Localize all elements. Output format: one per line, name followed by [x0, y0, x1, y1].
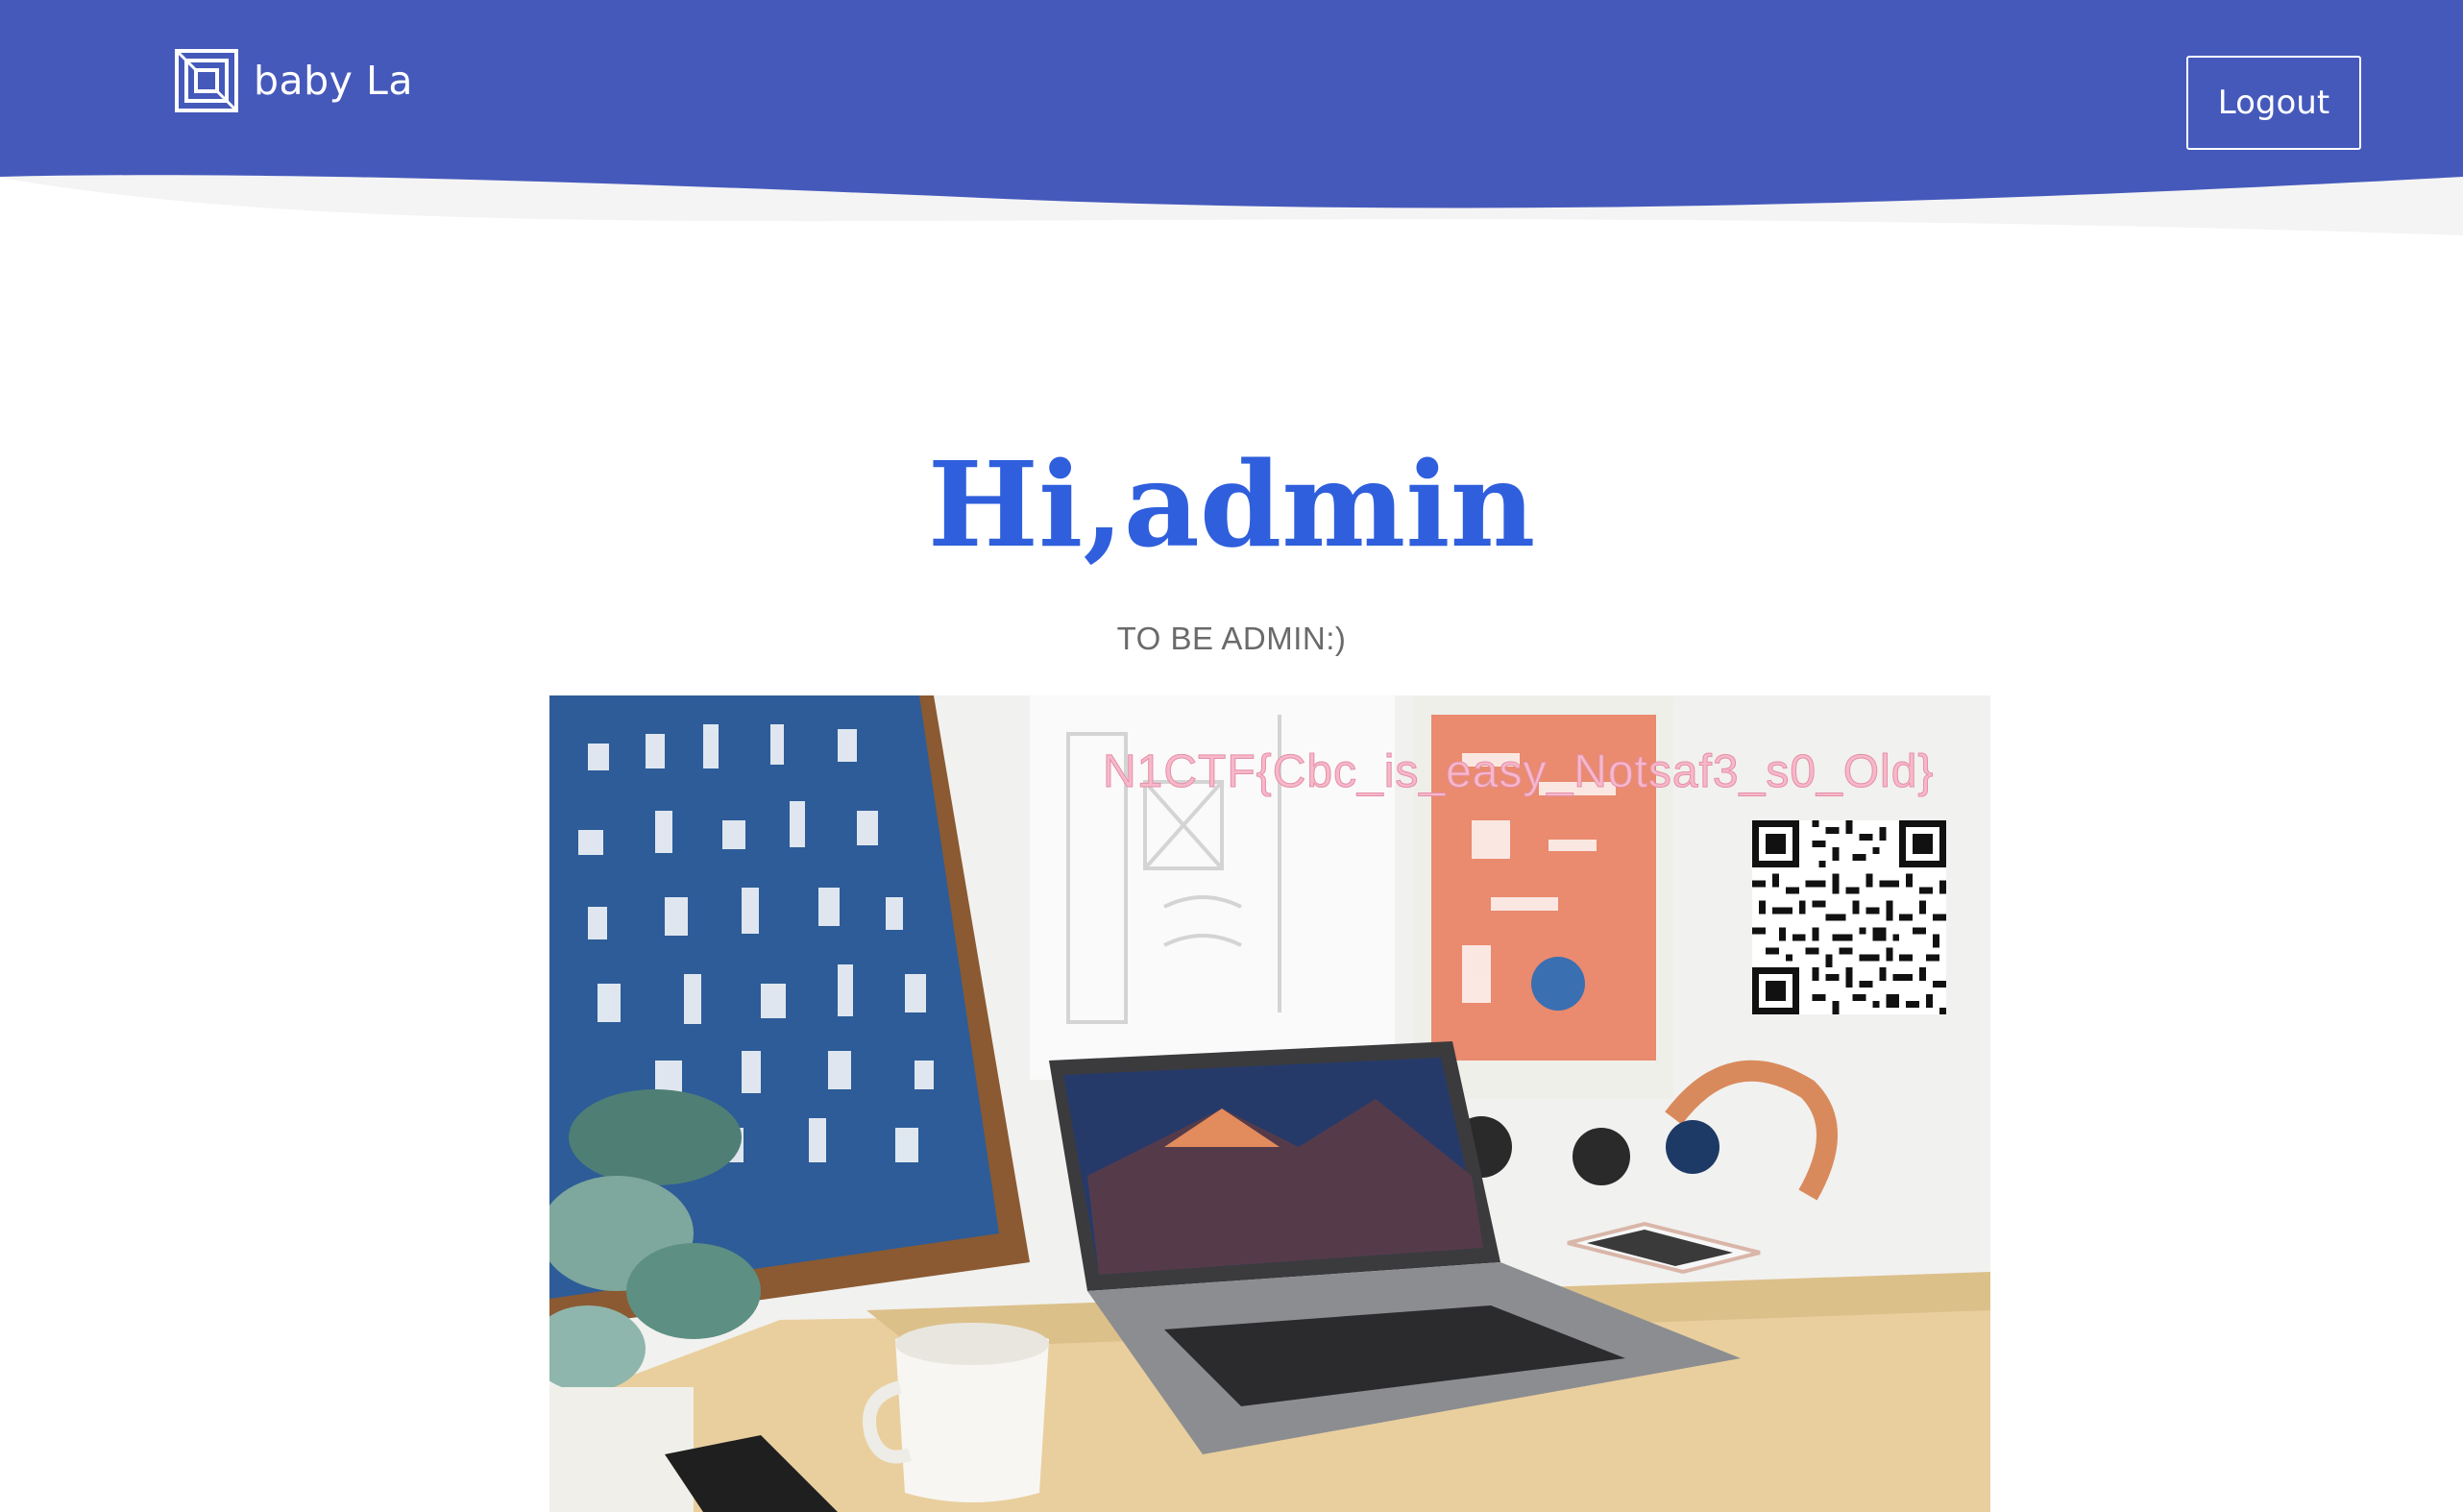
- site-header: baby La Logout: [0, 0, 2463, 250]
- page-subtitle: TO BE ADMIN:): [1116, 621, 1347, 656]
- page: baby La Logout Hi,admin TO BE ADMIN:) N1…: [0, 0, 2463, 1512]
- hero-image: [549, 695, 1990, 1512]
- qr-code-icon: [1752, 820, 1946, 1014]
- desk-workspace-photo: [549, 695, 1990, 1512]
- logout-button[interactable]: Logout: [2186, 56, 2361, 150]
- brand-name: baby La: [254, 58, 413, 104]
- layered-square-logo-icon: [175, 49, 238, 112]
- page-title: Hi,admin: [927, 435, 1536, 573]
- header-wave: [0, 0, 2463, 250]
- flag-overlay-text: N1CTF{Cbc_is_easy_Notsaf3_s0_Old}: [1103, 746, 1935, 798]
- brand[interactable]: baby La: [175, 48, 413, 113]
